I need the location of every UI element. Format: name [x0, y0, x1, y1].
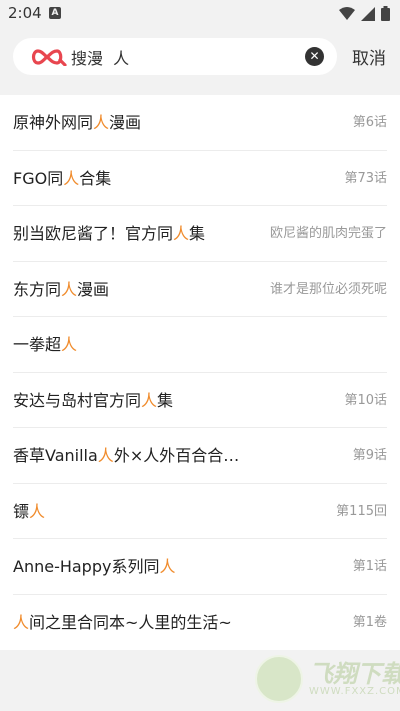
result-item[interactable]: Anne-Happy系列同人 第1话 [13, 539, 387, 595]
result-title: 安达与岛村官方同人集 [13, 373, 173, 428]
result-title: 人间之里合同本~人里的生活~ [13, 595, 232, 650]
result-title: 香草Vanilla人外×人外百合合… [13, 428, 239, 483]
watermark-logo [255, 655, 303, 703]
title-highlight: 人 [61, 279, 78, 299]
result-latest-chapter: 第115回 [336, 503, 387, 519]
watermark-url: WWW.FXXZ.COM [309, 685, 400, 697]
title-highlight: 人 [93, 113, 110, 132]
title-prefix: 东方同 [13, 279, 62, 299]
wifi-icon [339, 6, 355, 20]
result-title: 东方同人漫画 [13, 262, 109, 317]
title-prefix: 一拳超 [13, 335, 62, 354]
search-input[interactable] [71, 44, 301, 69]
result-latest-chapter: 谁才是那位必须死呢 [269, 281, 387, 297]
title-prefix: Anne-Happy系列同 [13, 557, 160, 576]
title-highlight: 人 [173, 224, 190, 243]
result-item[interactable]: 别当欧尼酱了！官方同人集 欧尼酱的肌肉完蛋了 [13, 206, 387, 262]
title-prefix: 别当欧尼酱了！官方同 [13, 224, 174, 243]
title-highlight: 人 [97, 446, 114, 465]
title-prefix: FGO同 [13, 168, 64, 188]
title-highlight: 人 [141, 390, 158, 410]
title-suffix: 间之里合同本~人里的生活~ [29, 612, 232, 632]
battery-icon [381, 6, 390, 21]
title-suffix: 集 [189, 224, 206, 243]
clear-search-icon[interactable]: ✕ [305, 47, 324, 66]
result-item[interactable]: 香草Vanilla人外×人外百合合… 第9话 [13, 428, 387, 484]
title-prefix: 原神外网同 [13, 113, 94, 132]
title-prefix: 镖 [13, 501, 30, 521]
result-latest-chapter: 第1话 [352, 559, 387, 574]
search-bar: ✕ 取消 [0, 28, 400, 88]
status-time: 2:04 [8, 4, 42, 22]
title-suffix: 外×人外百合合… [113, 446, 240, 465]
result-latest-chapter: 第6话 [352, 115, 387, 130]
title-highlight: 人 [61, 335, 78, 354]
result-title: 镖人 [13, 484, 45, 539]
notification-icon: A [49, 7, 61, 19]
title-prefix: 香草Vanilla [13, 446, 98, 465]
result-title: Anne-Happy系列同人 [13, 539, 175, 594]
result-item[interactable]: 原神外网同人漫画 第6话 [13, 95, 387, 151]
title-suffix: 集 [157, 390, 174, 410]
result-title: FGO同人合集 [13, 151, 111, 206]
title-suffix: 漫画 [109, 113, 142, 132]
result-latest-chapter: 第10话 [344, 392, 387, 408]
result-item[interactable]: 人间之里合同本~人里的生活~ 第1卷 [13, 595, 387, 651]
result-title: 一拳超人 [13, 317, 77, 372]
result-item[interactable]: FGO同人合集 第73话 [13, 151, 387, 206]
result-latest-chapter: 欧尼酱的肌肉完蛋了 [269, 226, 387, 241]
app-logo-icon [31, 49, 67, 66]
search-results-list: 原神外网同人漫画 第6话 FGO同人合集 第73话 别当欧尼酱了！官方同人集 欧尼酱的肌肉… [0, 95, 400, 650]
title-highlight: 人 [29, 501, 46, 521]
title-prefix: 安达与岛村官方同 [13, 390, 142, 410]
watermark-text: 飞翔下载 [309, 659, 400, 688]
result-latest-chapter: 第1卷 [352, 614, 387, 630]
result-latest-chapter: 第9话 [352, 448, 387, 463]
cancel-button[interactable]: 取消 [352, 44, 386, 69]
search-box[interactable]: ✕ [13, 38, 337, 75]
title-highlight: 人 [63, 168, 80, 188]
title-highlight: 人 [13, 612, 30, 632]
result-item[interactable]: 安达与岛村官方同人集 第10话 [13, 373, 387, 428]
result-item[interactable]: 镖人 第115回 [13, 484, 387, 539]
result-title: 原神外网同人漫画 [13, 95, 141, 150]
result-latest-chapter: 第73话 [344, 170, 387, 186]
title-suffix: 合集 [79, 168, 112, 188]
watermark: 飞翔下载 WWW.FXXZ.COM [255, 655, 400, 703]
title-highlight: 人 [159, 557, 176, 576]
result-item[interactable]: 一拳超人 [13, 317, 387, 373]
result-title: 别当欧尼酱了！官方同人集 [13, 206, 205, 261]
result-item[interactable]: 东方同人漫画 谁才是那位必须死呢 [13, 262, 387, 317]
status-bar: 2:04 A [0, 0, 400, 28]
signal-icon [361, 6, 375, 21]
title-suffix: 漫画 [77, 279, 110, 299]
status-icons [339, 6, 390, 21]
